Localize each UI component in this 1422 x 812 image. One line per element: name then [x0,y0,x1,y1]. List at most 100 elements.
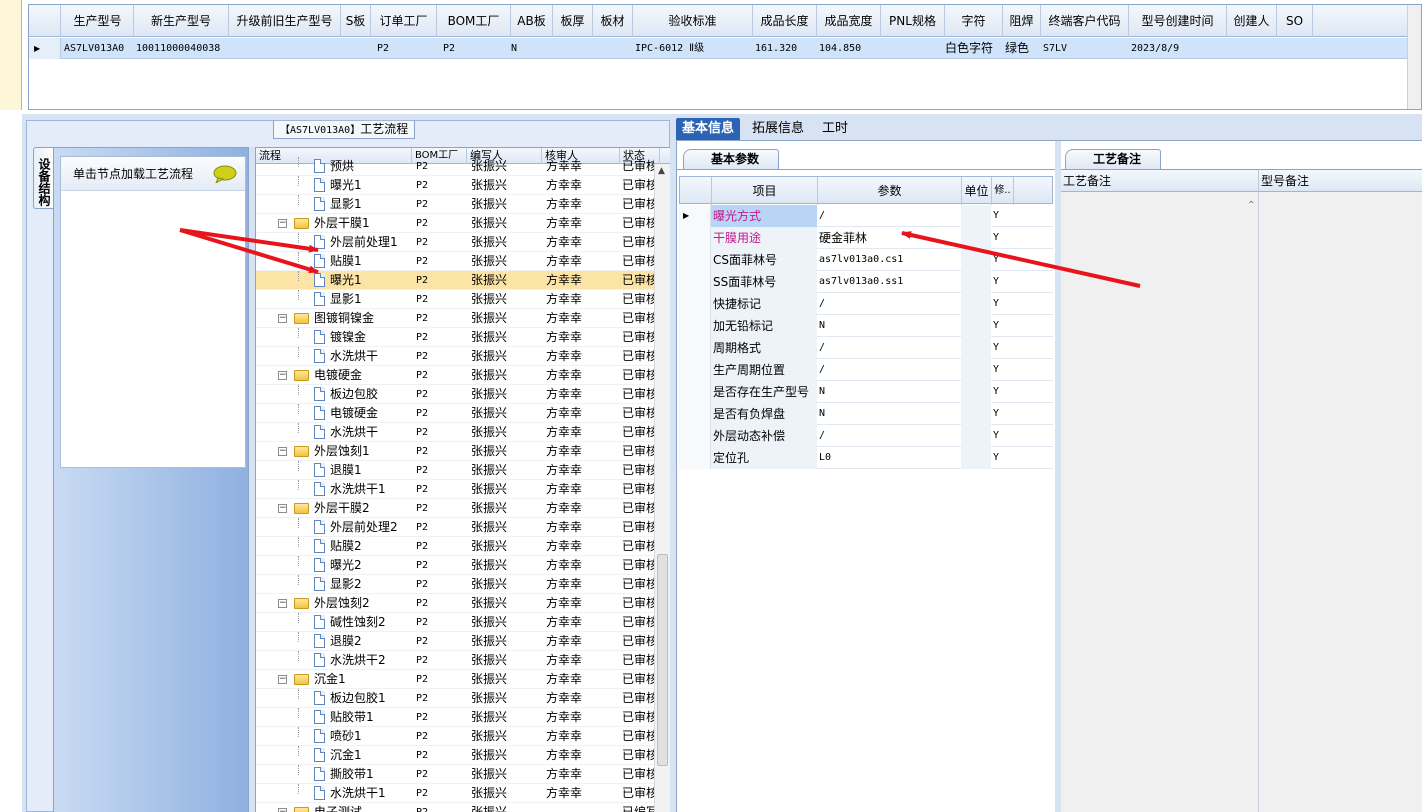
row-indicator[interactable] [679,359,711,381]
cell[interactable]: 绿色 [1003,38,1041,59]
header-cell[interactable]: 创建人 [1227,5,1277,37]
row-indicator[interactable] [679,337,711,359]
param-unit[interactable] [961,381,991,403]
tree-step-row[interactable]: 外层前处理1 P2 张振兴 方幸幸 已审核 [256,233,654,252]
tree-group-row[interactable]: − 电子测试 P2 张振兴 已编写 [256,803,654,812]
device-structure-tab[interactable]: 设备结构 [33,147,53,209]
row-indicator[interactable] [679,315,711,337]
tree-step-row[interactable]: 喷砂1 P2 张振兴 方幸幸 已审核 [256,727,654,746]
cell[interactable]: IPC-6012 Ⅱ级 [633,38,753,59]
param-row[interactable]: 定位孔 L0 Y [679,447,1053,469]
cell[interactable]: 10011000040038 [134,38,229,59]
cell[interactable]: 2023/8/9 [1129,38,1227,59]
collapse-toggle-icon[interactable]: − [278,504,287,513]
header-cell[interactable]: 升级前旧生产型号 [229,5,341,37]
cell[interactable] [593,38,633,59]
param-modifiable[interactable]: Y [991,227,1013,249]
scroll-up-icon[interactable]: ▲ [658,166,665,176]
cell[interactable] [1277,38,1313,59]
param-value[interactable]: N [817,403,961,425]
param-value[interactable]: / [817,425,961,447]
tree-step-row[interactable]: 沉金1 P2 张振兴 方幸幸 已审核 [256,746,654,765]
param-unit[interactable] [961,293,991,315]
tree-step-row[interactable]: 曝光1 P2 张振兴 方幸幸 已审核 [256,271,654,290]
header-cell[interactable]: 板厚 [553,5,593,37]
tree-step-row[interactable]: 退膜1 P2 张振兴 方幸幸 已审核 [256,461,654,480]
header-cell[interactable]: 字符 [945,5,1003,37]
tab-work-hours[interactable]: 工时 [816,118,854,140]
load-process-header[interactable]: 单击节点加载工艺流程 [61,157,245,191]
tree-step-row[interactable]: 水洗烘干 P2 张振兴 方幸幸 已审核 [256,347,654,366]
tree-step-row[interactable]: 板边包胶1 P2 张振兴 方幸幸 已审核 [256,689,654,708]
cell[interactable]: P2 [441,38,511,59]
param-row[interactable]: 快捷标记 / Y [679,293,1053,315]
basic-params-tab[interactable]: 基本参数 [683,149,779,169]
param-value[interactable]: N [817,381,961,403]
param-row[interactable]: 周期格式 / Y [679,337,1053,359]
param-row[interactable]: ▶ 曝光方式 / Y [679,205,1053,227]
row-indicator[interactable] [679,447,711,469]
collapse-toggle-icon[interactable]: − [278,599,287,608]
param-row[interactable]: 是否存在生产型号 N Y [679,381,1053,403]
param-modifiable[interactable]: Y [991,205,1013,227]
tree-step-row[interactable]: 镀镍金 P2 张振兴 方幸幸 已审核 [256,328,654,347]
cell[interactable]: N [509,38,553,59]
header-cell[interactable]: SO [1277,5,1313,37]
header-cell[interactable]: 验收标准 [633,5,753,37]
cell[interactable]: P2 [375,38,437,59]
row-indicator[interactable] [679,381,711,403]
tree-step-row[interactable]: 显影1 P2 张振兴 方幸幸 已审核 [256,195,654,214]
params-header-cell[interactable]: 参数 [818,177,962,205]
collapse-toggle-icon[interactable]: − [278,219,287,228]
tree-step-row[interactable]: 水洗烘干2 P2 张振兴 方幸幸 已审核 [256,651,654,670]
tree-step-row[interactable]: 曝光2 P2 张振兴 方幸幸 已审核 [256,556,654,575]
header-cell[interactable]: 阻焊 [1003,5,1041,37]
param-unit[interactable] [961,447,991,469]
tree-group-row[interactable]: − 外层蚀刻2 P2 张振兴 方幸幸 已审核 [256,594,654,613]
param-unit[interactable] [961,249,991,271]
model-remark-field[interactable] [1259,192,1422,812]
cell[interactable]: AS7LV013A0 [62,38,134,59]
param-value[interactable]: as7lv013a0.cs1 [817,249,961,271]
header-cell[interactable]: 成品宽度 [817,5,881,37]
params-header-cell[interactable]: 项目 [712,177,818,205]
param-row[interactable]: 是否有负焊盘 N Y [679,403,1053,425]
param-modifiable[interactable]: Y [991,337,1013,359]
param-row[interactable]: 外层动态补偿 / Y [679,425,1053,447]
collapse-toggle-icon[interactable]: − [278,675,287,684]
tree-step-row[interactable]: 显影2 P2 张振兴 方幸幸 已审核 [256,575,654,594]
param-modifiable[interactable]: Y [991,359,1013,381]
param-value[interactable]: as7lv013a0.ss1 [817,271,961,293]
param-row[interactable]: 干膜用途 硬金菲林 Y [679,227,1053,249]
params-header-cell[interactable]: 单位 [962,177,992,205]
row-indicator[interactable] [679,425,711,447]
tree-group-row[interactable]: − 沉金1 P2 张振兴 方幸幸 已审核 [256,670,654,689]
scroll-thumb[interactable] [657,554,668,766]
row-indicator[interactable] [679,403,711,425]
header-cell[interactable]: 订单工厂 [371,5,437,37]
tree-step-row[interactable]: 水洗烘干 P2 张振兴 方幸幸 已审核 [256,423,654,442]
param-value[interactable]: / [817,337,961,359]
cell[interactable] [881,38,945,59]
param-unit[interactable] [961,271,991,293]
tree-step-row[interactable]: 显影1 P2 张振兴 方幸幸 已审核 [256,290,654,309]
param-value[interactable]: / [817,293,961,315]
param-row[interactable]: 加无铅标记 N Y [679,315,1053,337]
param-value[interactable]: L0 [817,447,961,469]
params-header-cell[interactable]: 修.. [992,177,1014,205]
param-unit[interactable] [961,205,991,227]
tree-group-row[interactable]: − 外层干膜1 P2 张振兴 方幸幸 已审核 [256,214,654,233]
tree-step-row[interactable]: 曝光1 P2 张振兴 方幸幸 已审核 [256,176,654,195]
row-indicator[interactable]: ▶ [29,38,61,59]
tree-step-row[interactable]: 外层前处理2 P2 张振兴 方幸幸 已审核 [256,518,654,537]
param-modifiable[interactable]: Y [991,425,1013,447]
header-cell[interactable]: 板材 [593,5,633,37]
cell[interactable] [229,38,341,59]
param-unit[interactable] [961,315,991,337]
header-cell[interactable]: PNL规格 [881,5,945,37]
param-modifiable[interactable]: Y [991,249,1013,271]
cell[interactable] [1227,38,1277,59]
header-cell[interactable]: 型号创建时间 [1129,5,1227,37]
tab-extended-info[interactable]: 拓展信息 [746,118,810,140]
param-value[interactable]: / [817,205,961,227]
